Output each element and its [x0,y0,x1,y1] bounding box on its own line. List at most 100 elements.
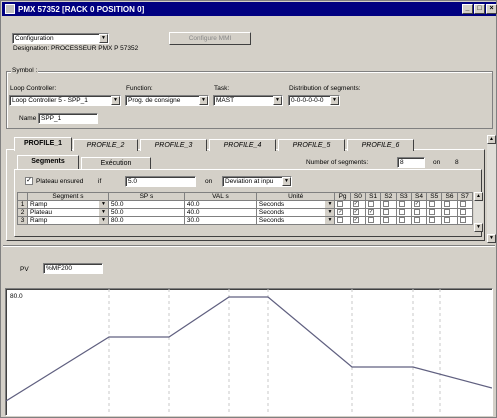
title-bar[interactable]: PMX 57352 [RACK 0 POSITION 0] _ □ × [2,2,497,16]
table-row[interactable]: 2 Plateau ▼ 50.0 40.0 Seconds ▼ ✓ ✓ ✓ [17,208,474,217]
s6-checkbox[interactable] [441,200,458,209]
col-header-pg[interactable]: Pg [334,192,351,201]
col-header-segments[interactable]: Segment s [27,192,109,201]
checkbox[interactable] [383,201,390,208]
chevron-down-icon[interactable]: ▼ [325,200,336,209]
close-icon[interactable]: × [486,4,497,14]
s4-checkbox[interactable] [410,216,428,225]
chevron-down-icon[interactable]: ▼ [325,208,336,217]
checkbox[interactable] [459,217,466,224]
maximize-icon[interactable]: □ [474,4,485,14]
checkbox[interactable]: ✓ [367,209,374,216]
col-header-s1[interactable]: S1 [364,192,382,201]
chevron-down-icon[interactable]: ▼ [98,208,109,217]
s1-checkbox[interactable] [364,216,382,225]
checkbox[interactable] [413,217,420,224]
segment-type-cell[interactable]: Ramp [26,200,99,209]
scroll-down-icon[interactable]: ▼ [474,223,483,232]
checkbox[interactable] [398,217,405,224]
sp-cell[interactable]: 50.0 [107,200,185,209]
col-header-unit[interactable]: Unité [255,192,336,201]
col-header-s2[interactable]: S2 [380,192,397,201]
s5-checkbox[interactable] [426,208,443,217]
s2-checkbox[interactable] [380,208,397,217]
checkbox[interactable]: ✓ [337,209,344,216]
s0-checkbox[interactable]: ✓ [349,208,366,217]
col-header-val[interactable]: VAL s [183,192,257,201]
segment-type-cell[interactable]: Ramp [26,216,99,225]
checkbox[interactable] [337,201,344,208]
checkbox[interactable] [383,217,390,224]
col-header-s6[interactable]: S6 [441,192,458,201]
chevron-down-icon[interactable]: ▼ [273,96,282,105]
checkbox[interactable] [413,209,420,216]
checkbox[interactable] [383,209,390,216]
s3-checkbox[interactable] [395,216,412,225]
tab-segments[interactable]: Segments [17,155,79,169]
checkbox[interactable] [444,217,451,224]
val-cell[interactable]: 30.0 [183,216,257,225]
checkbox[interactable]: ✓ [413,201,420,208]
scroll-up-icon[interactable]: ▲ [474,192,483,201]
chevron-down-icon[interactable]: ▼ [199,96,208,105]
checkbox[interactable] [398,209,405,216]
loop-controller-combo[interactable]: Loop Controller 5 - SPP_1 ▼ [9,95,121,106]
unit-cell[interactable]: Seconds [255,216,326,225]
pg-checkbox[interactable] [334,216,351,225]
s4-checkbox[interactable]: ✓ [410,200,428,209]
checkbox[interactable] [444,201,451,208]
s7-checkbox[interactable] [456,216,474,225]
chevron-down-icon[interactable]: ▼ [98,216,109,225]
tab-profile-4[interactable]: PROFILE_4 [209,139,276,151]
s0-checkbox[interactable]: ✓ [349,200,366,209]
tab-profile-6[interactable]: PROFILE_6 [347,139,414,151]
panel-scrollbar[interactable]: ▲ ▼ [487,135,496,243]
unit-cell[interactable]: Seconds [255,200,326,209]
checkbox[interactable] [429,217,436,224]
plateau-ensured-checkbox[interactable]: ✓ [25,177,33,185]
pv-input[interactable]: %MF200 [43,263,103,274]
scroll-down-icon[interactable]: ▼ [487,234,496,243]
checkbox[interactable] [429,201,436,208]
s0-checkbox[interactable]: ✓ [349,216,366,225]
checkbox[interactable]: ✓ [352,217,359,224]
sp-cell[interactable]: 50.0 [107,208,185,217]
checkbox[interactable]: ✓ [352,201,359,208]
pg-checkbox[interactable] [334,200,351,209]
function-combo[interactable]: Prog. de consigne ▼ [125,95,209,106]
checkbox[interactable] [367,217,374,224]
checkbox[interactable] [398,201,405,208]
tab-profile-2[interactable]: PROFILE_2 [73,139,138,151]
checkbox[interactable] [459,209,466,216]
col-header-s5[interactable]: S5 [426,192,443,201]
chevron-down-icon[interactable]: ▼ [282,177,291,186]
tab-profile-5[interactable]: PROFILE_5 [278,139,345,151]
col-header-s3[interactable]: S3 [395,192,412,201]
segment-type-cell[interactable]: Plateau [26,208,99,217]
checkbox[interactable] [429,209,436,216]
s5-checkbox[interactable] [426,216,443,225]
mode-combo[interactable]: Configuration ▼ [12,33,109,44]
s2-checkbox[interactable] [380,200,397,209]
table-scrollbar[interactable]: ▲ ▼ [474,192,483,232]
task-combo[interactable]: MAST ▼ [213,95,283,106]
s3-checkbox[interactable] [395,200,412,209]
s5-checkbox[interactable] [426,200,443,209]
pg-checkbox[interactable]: ✓ [334,208,351,217]
s6-checkbox[interactable] [441,216,458,225]
table-row[interactable]: 3 Ramp ▼ 80.0 30.0 Seconds ▼ ✓ [17,216,474,225]
s7-checkbox[interactable] [456,200,474,209]
checkbox[interactable] [444,209,451,216]
table-row[interactable]: 1 Ramp ▼ 50.0 40.0 Seconds ▼ ✓ ✓ [17,200,474,209]
plateau-value-input[interactable]: 5.0 [125,176,196,187]
s3-checkbox[interactable] [395,208,412,217]
s1-checkbox[interactable]: ✓ [364,208,382,217]
val-cell[interactable]: 40.0 [183,200,257,209]
name-input[interactable]: SPP_1 [38,113,98,124]
checkbox[interactable]: ✓ [352,209,359,216]
s6-checkbox[interactable] [441,208,458,217]
checkbox[interactable] [459,201,466,208]
tab-profile-1[interactable]: PROFILE_1 [14,137,72,151]
chevron-down-icon[interactable]: ▼ [111,96,120,105]
col-header-s4[interactable]: S4 [410,192,428,201]
